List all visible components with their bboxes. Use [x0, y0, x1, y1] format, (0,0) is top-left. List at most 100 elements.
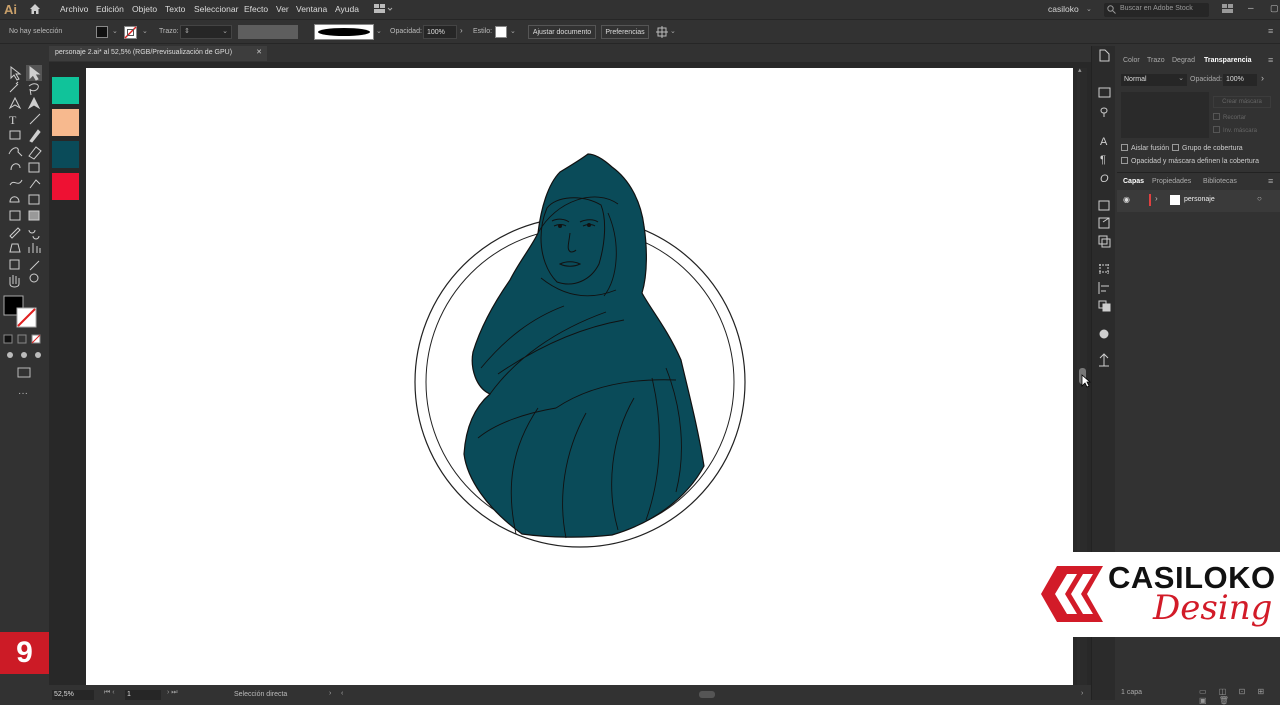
stock-search-placeholder: Buscar en Adobe Stock	[1120, 5, 1193, 12]
close-icon[interactable]: ✕	[256, 48, 262, 56]
swatch-teal[interactable]	[52, 77, 79, 104]
status-bar: 52,5% ⏮ ‹ 1 › ⏭ Selección directa › ‹ ›	[49, 688, 1091, 700]
tab-gradient[interactable]: Degrad	[1172, 57, 1195, 64]
graphic-style-swatch[interactable]	[495, 26, 507, 38]
layer-actions-icons[interactable]: ▭ ◫ ⊡ ⊞ ▣ 🗑	[1199, 687, 1280, 705]
tab-libraries[interactable]: Bibliotecas	[1203, 178, 1237, 185]
chevron-right-icon[interactable]: ›	[1081, 690, 1083, 697]
chevron-down-icon[interactable]: ⌄	[510, 27, 516, 35]
chevron-down-icon[interactable]: ⌄	[112, 27, 118, 35]
search-icon	[1107, 5, 1116, 14]
control-bar: No hay selección ⌄ ⌄ Trazo: ⇕ ⌄ ⌄ Opacida…	[0, 20, 1280, 44]
brush-definition[interactable]	[314, 24, 374, 40]
menu-objeto[interactable]: Objeto	[132, 4, 157, 14]
stock-search-input[interactable]: Buscar en Adobe Stock	[1104, 3, 1209, 17]
style-label: Estilo:	[473, 28, 493, 35]
menu-seleccionar[interactable]: Seleccionar	[194, 4, 238, 14]
zoom-tool-icon	[29, 273, 39, 283]
warp-tool-icon	[9, 179, 23, 186]
chevron-down-icon[interactable]: ⌄	[142, 27, 148, 35]
export-icon	[1098, 217, 1110, 229]
swatch-red[interactable]	[52, 173, 79, 200]
home-icon[interactable]	[29, 3, 41, 15]
tab-layers[interactable]: Capas	[1123, 178, 1144, 185]
layer-thumbnail	[1170, 195, 1180, 205]
chevron-right-icon[interactable]: ›	[460, 26, 463, 35]
chevron-down-icon[interactable]: ⌄	[670, 27, 676, 35]
panel-menu-icon[interactable]: ≡	[1268, 55, 1273, 65]
chevron-left-icon[interactable]: ‹	[341, 690, 343, 697]
chevron-right-icon[interactable]: ›	[329, 690, 331, 697]
character-illustration[interactable]	[86, 68, 1073, 685]
layer-count: 1 capa	[1121, 689, 1143, 696]
asset-export-icon	[1098, 200, 1110, 211]
workspace-layout-icon[interactable]	[374, 4, 394, 16]
clip-checkbox[interactable]: Recortar	[1213, 113, 1246, 121]
chevron-down-icon[interactable]: ⌄	[1086, 5, 1092, 13]
shape-builder-tool-icon	[9, 196, 20, 203]
minimize-icon[interactable]: –	[1248, 3, 1254, 14]
swatch-dark-teal[interactable]	[52, 141, 79, 168]
user-name[interactable]: casiloko	[1048, 4, 1079, 14]
preferences-button[interactable]: Preferencias	[601, 25, 649, 39]
menu-edicion[interactable]: Edición	[96, 4, 124, 14]
zoom-field[interactable]: 52,5%	[52, 690, 94, 700]
menu-efecto[interactable]: Efecto	[244, 4, 268, 14]
menu-ver[interactable]: Ver	[276, 4, 289, 14]
column-graph-tool-icon	[28, 243, 41, 253]
variable-width-profile[interactable]	[238, 25, 298, 39]
stroke-weight-field[interactable]: ⇕ ⌄	[180, 25, 232, 39]
panel-menu-icon[interactable]: ≡	[1268, 176, 1273, 186]
layer-row[interactable]: ◉ › personaje ○	[1117, 190, 1280, 212]
fit-document-button[interactable]: Ajustar documento	[528, 25, 596, 39]
face	[540, 197, 606, 285]
panel-menu-icon[interactable]: ≡	[1268, 26, 1273, 36]
chevron-right-icon[interactable]: ›	[1261, 73, 1264, 83]
type-tool-icon: T	[9, 113, 17, 127]
first-artboard-icon[interactable]: ⏮ ‹	[104, 689, 115, 697]
expand-chevron-icon[interactable]: ›	[1155, 194, 1158, 203]
rectangle-tool-icon	[9, 130, 21, 140]
swatch-peach[interactable]	[52, 109, 79, 136]
menu-ayuda[interactable]: Ayuda	[335, 4, 359, 14]
restore-icon[interactable]: ▢	[1270, 3, 1279, 14]
artboard[interactable]	[86, 68, 1073, 685]
transform-icon[interactable]	[656, 26, 668, 40]
puppet-warp-tool-icon	[29, 179, 41, 189]
stroke-none-swatch[interactable]	[124, 26, 137, 39]
eye-icon[interactable]: ◉	[1123, 195, 1130, 204]
next-artboard-icon[interactable]: › ⏭	[167, 689, 178, 697]
menu-ventana[interactable]: Ventana	[296, 4, 327, 14]
horizontal-scroll-thumb[interactable]	[699, 691, 715, 698]
tab-stroke[interactable]: Trazo	[1147, 57, 1165, 64]
hand-tool-icon	[9, 275, 20, 288]
artboard-number-field[interactable]: 1	[125, 690, 161, 700]
arrange-icon[interactable]	[1222, 4, 1234, 16]
tab-color[interactable]: Color	[1123, 57, 1140, 64]
opacity-mask-checkbox[interactable]: Opacidad y máscara definen la cobertura	[1121, 157, 1259, 165]
invert-mask-checkbox[interactable]: Inv. máscara	[1213, 126, 1257, 134]
selection-status: No hay selección	[9, 28, 63, 35]
opacity-field[interactable]: 100%	[423, 25, 457, 39]
chevron-down-icon[interactable]: ⌄	[376, 27, 382, 35]
blend-mode-select[interactable]: Normal ⌄	[1121, 74, 1187, 86]
knockout-group-checkbox[interactable]: Grupo de cobertura	[1172, 144, 1243, 152]
layer-color-bar	[1149, 194, 1151, 206]
panel-opacity-field[interactable]: 100%	[1223, 74, 1257, 86]
align-icon	[1098, 282, 1109, 294]
document-tab[interactable]: personaje 2.ai* al 52,5% (RGB/Previsuali…	[49, 46, 267, 61]
fill-color-swatch[interactable]	[96, 26, 108, 38]
lasso-tool-icon	[28, 83, 39, 96]
tab-properties[interactable]: Propiedades	[1152, 178, 1191, 185]
menu-archivo[interactable]: Archivo	[60, 4, 88, 14]
transform-panel-icon	[1099, 264, 1109, 274]
appearance-icon	[1099, 329, 1109, 339]
menu-texto[interactable]: Texto	[165, 4, 185, 14]
isolate-blending-checkbox[interactable]: Aislar fusión	[1121, 144, 1169, 152]
make-mask-button[interactable]: Crear máscara	[1213, 96, 1271, 108]
tab-transparency[interactable]: Transparencia	[1204, 57, 1251, 64]
target-circle-icon[interactable]: ○	[1257, 194, 1262, 203]
stroke-label: Trazo:	[159, 28, 179, 35]
mouse-cursor-icon	[1081, 374, 1092, 390]
magic-wand-tool-icon	[9, 81, 19, 93]
